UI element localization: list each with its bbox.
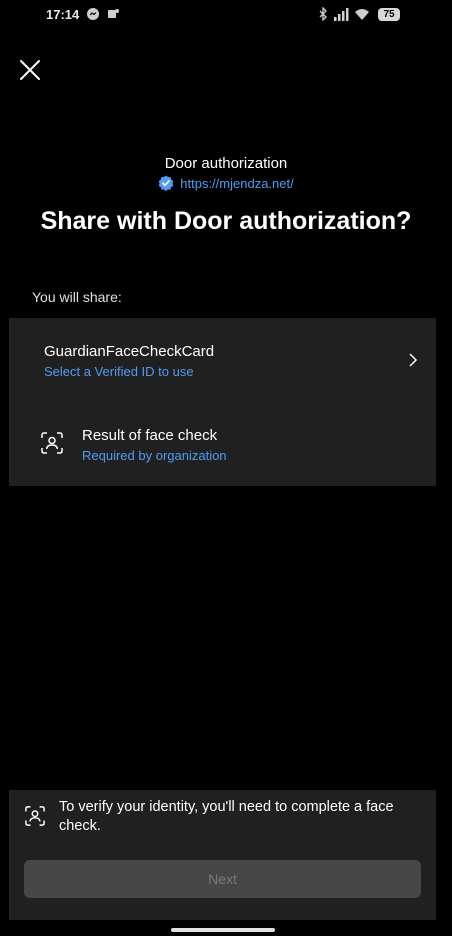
teams-icon (108, 9, 119, 18)
next-button[interactable]: Next (24, 860, 421, 898)
status-time: 17:14 (46, 7, 80, 22)
bluetooth-icon (319, 7, 327, 21)
status-bar: 17:14 75 (0, 0, 452, 30)
relying-party-domain-row: https://mjendza.net/ (0, 175, 452, 191)
close-icon (20, 60, 40, 80)
relying-party-link[interactable]: https://mjendza.net/ (180, 176, 293, 191)
battery-icon: 75 (378, 8, 400, 21)
close-button[interactable] (18, 58, 42, 82)
messenger-icon (87, 8, 99, 20)
share-section-label: You will share: (32, 289, 122, 305)
page-title: Share with Door authorization? (40, 207, 412, 235)
face-scan-icon (41, 432, 63, 454)
verified-badge-icon (158, 175, 174, 191)
face-check-title: Result of face check (82, 427, 218, 444)
signal-icon (334, 7, 349, 21)
face-check-requirement: Required by organization (82, 448, 227, 463)
wifi-icon (355, 8, 369, 20)
bottom-panel: To verify your identity, you'll need to … (9, 790, 436, 920)
face-check-notice: To verify your identity, you'll need to … (59, 799, 394, 834)
notification-icons (86, 7, 120, 21)
home-indicator[interactable] (171, 928, 275, 932)
face-scan-icon (25, 806, 45, 826)
credential-name: GuardianFaceCheckCard (44, 343, 215, 360)
system-icons (318, 7, 370, 21)
share-card: GuardianFaceCheckCard Select a Verified … (9, 318, 436, 486)
credential-select-link[interactable]: Select a Verified ID to use (44, 364, 194, 379)
credential-select-row[interactable]: GuardianFaceCheckCard Select a Verified … (9, 318, 436, 402)
relying-party-name: Door authorization (164, 155, 288, 172)
chevron-right-icon (409, 353, 418, 367)
